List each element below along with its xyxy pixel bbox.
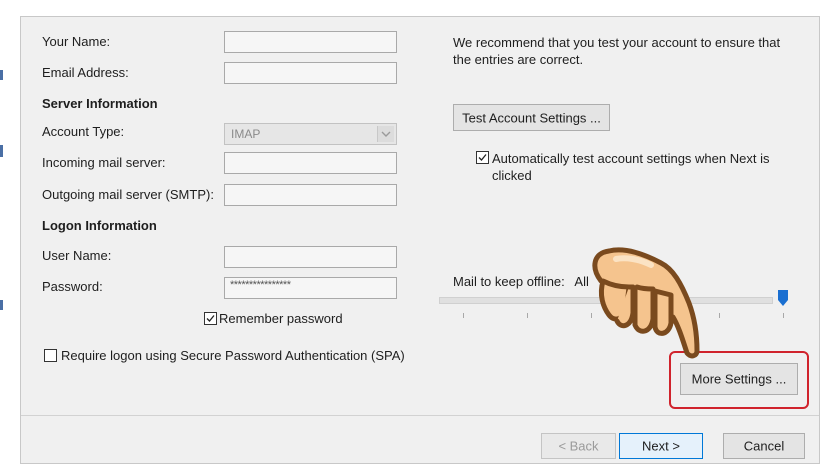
recommend-text: We recommend that you test your account …	[453, 35, 781, 67]
next-label: Next >	[642, 438, 680, 454]
pointing-hand-icon	[592, 247, 700, 359]
cancel-label: Cancel	[743, 438, 785, 454]
your-name-label: Your Name:	[42, 34, 111, 49]
require-spa-label: Require logon using Secure Password Auth…	[61, 348, 405, 363]
user-name-input[interactable]	[224, 246, 397, 268]
offline-label-text: Mail to keep offline:	[453, 274, 565, 289]
logon-information-heading: Logon Information	[42, 218, 157, 233]
account-type-label: Account Type:	[42, 124, 125, 139]
outgoing-mail-server-label: Outgoing mail server (SMTP):	[42, 187, 214, 202]
test-account-settings-button[interactable]: Test Account Settings ...	[453, 104, 610, 131]
offline-label: Mail to keep offline: All	[453, 274, 589, 289]
back-button[interactable]: < Back	[541, 433, 616, 459]
auto-test-label: Automatically test account settings when…	[492, 151, 770, 183]
account-type-select[interactable]: IMAP	[224, 123, 397, 145]
checkmark-icon	[478, 154, 487, 161]
checkmark-icon	[206, 315, 215, 322]
remember-password-label: Remember password	[219, 311, 343, 326]
incoming-mail-server-label: Incoming mail server:	[42, 155, 166, 170]
slider-tick	[527, 313, 528, 318]
password-label: Password:	[42, 279, 103, 294]
account-settings-dialog: Your Name: Email Address: Server Informa…	[20, 16, 820, 464]
window-edge-mark	[0, 145, 3, 157]
password-value: ****************	[230, 279, 291, 291]
remember-password-checkbox[interactable]	[204, 312, 217, 325]
cancel-button[interactable]: Cancel	[723, 433, 805, 459]
window-edge-mark	[0, 300, 3, 310]
window-edge-mark	[0, 70, 3, 80]
next-button[interactable]: Next >	[619, 433, 703, 459]
server-information-heading: Server Information	[42, 96, 158, 111]
back-label: < Back	[558, 438, 599, 454]
offline-slider-thumb[interactable]	[778, 290, 788, 306]
chevron-down-icon	[377, 126, 394, 142]
auto-test-checkbox[interactable]	[476, 151, 489, 164]
email-address-input[interactable]	[224, 62, 397, 84]
footer-separator	[21, 415, 819, 416]
slider-tick	[783, 313, 784, 318]
slider-tick	[463, 313, 464, 318]
user-name-label: User Name:	[42, 248, 112, 263]
slider-tick	[719, 313, 720, 318]
password-input[interactable]: ****************	[224, 277, 397, 299]
your-name-input[interactable]	[224, 31, 397, 53]
account-type-value: IMAP	[231, 127, 261, 141]
outgoing-mail-server-input[interactable]	[224, 184, 397, 206]
require-spa-checkbox[interactable]	[44, 349, 57, 362]
email-address-label: Email Address:	[42, 65, 129, 80]
incoming-mail-server-input[interactable]	[224, 152, 397, 174]
test-account-settings-label: Test Account Settings ...	[462, 110, 601, 125]
